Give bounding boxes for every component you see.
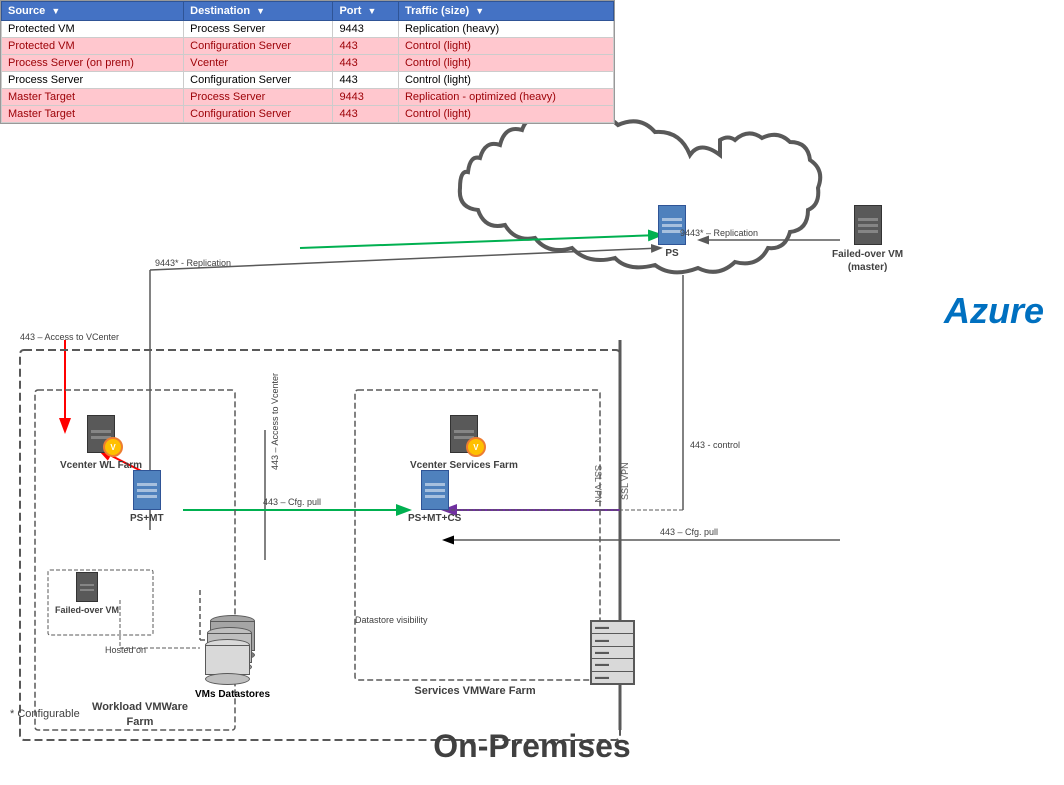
sort-icon[interactable]: ▼ (256, 6, 265, 16)
vcenter-services-label: Vcenter Services Farm (410, 459, 518, 472)
ps-mt-server: PS+MT (130, 470, 164, 524)
server-icon-dark (854, 205, 882, 245)
table-cell-destination: Process Server (184, 89, 333, 106)
ps-label: PS (665, 248, 678, 259)
table-cell-traffic: Control (light) (398, 106, 613, 123)
services-vmware-label: Services VMWare Farm (360, 685, 590, 697)
table-cell-destination: Vcenter (184, 55, 333, 72)
vms-datastores-icon: VMs Datastores (195, 615, 270, 700)
table-cell-source: Process Server (on prem) (2, 55, 184, 72)
col-destination[interactable]: Destination ▼ (184, 2, 333, 21)
sort-icon[interactable]: ▼ (51, 6, 60, 16)
failed-over-vm-master: Failed-over VM(master) (832, 205, 903, 274)
vcenter-wl-label: Vcenter WL Farm (60, 459, 142, 472)
table-cell-port: 443 (333, 38, 399, 55)
table-cell-source: Master Target (2, 89, 184, 106)
table-cell-traffic: Control (light) (398, 38, 613, 55)
hosted-on-label: Hosted on (105, 645, 146, 655)
table-cell-source: Protected VM (2, 21, 184, 38)
col-source[interactable]: Source ▼ (2, 2, 184, 21)
access-vcenter-2-label: 443 – Access to Vcenter (270, 373, 280, 470)
datastore-visibility-label: Datastore visibility (355, 615, 428, 625)
table-cell-source: Master Target (2, 106, 184, 123)
table-cell-traffic: Replication - optimized (heavy) (398, 89, 613, 106)
table-cell-traffic: Control (light) (398, 72, 613, 89)
table-row: Master TargetConfiguration Server443Cont… (2, 106, 614, 123)
cfg-pull-2-label: 443 – Cfg. pull (660, 527, 718, 537)
ps-mt-cs-label: PS+MT+CS (408, 513, 461, 524)
vcenter-services-icon: V (466, 437, 486, 457)
table-cell-traffic: Replication (heavy) (398, 21, 613, 38)
ssl-vpn-label: SSL VPN (593, 465, 603, 503)
onprem-label: On-Premises (433, 728, 630, 765)
table-cell-traffic: Control (light) (398, 55, 613, 72)
col-port[interactable]: Port ▼ (333, 2, 399, 21)
ps-mt-label: PS+MT (130, 513, 164, 524)
control-443-label: 443 - control (690, 440, 740, 450)
access-vcenter-label: 443 – Access to VCenter (20, 332, 119, 342)
table-row: Master TargetProcess Server9443Replicati… (2, 89, 614, 106)
table-cell-destination: Process Server (184, 21, 333, 38)
vcenter-icon: V (103, 437, 123, 457)
network-table: Source ▼ Destination ▼ Port ▼ Traffic (s… (0, 0, 615, 124)
replication-9443-main-label: 9443* - Replication (155, 258, 231, 268)
table-cell-destination: Configuration Server (184, 106, 333, 123)
replication-9443-cloud-label: 9443* – Replication (680, 228, 758, 238)
table-row: Process ServerConfiguration Server443Con… (2, 72, 614, 89)
table-cell-source: Process Server (2, 72, 184, 89)
server-icon-shape (658, 205, 686, 245)
vcenter-services-server: V Vcenter Services Farm (410, 415, 518, 472)
vcenter-wl-server: V Vcenter WL Farm (60, 415, 142, 472)
sort-icon[interactable]: ▼ (475, 6, 484, 16)
table-cell-port: 443 (333, 72, 399, 89)
ps-mt-cs-server: PS+MT+CS (408, 470, 461, 524)
storage-rack-icon: ▬▬ ▬▬ ▬▬ ▬▬ ▬▬ (590, 620, 635, 685)
table-row: Protected VMConfiguration Server443Contr… (2, 38, 614, 55)
cfg-pull-label: 443 – Cfg. pull (263, 497, 321, 507)
server-icon-shape (421, 470, 449, 510)
table-row: Protected VMProcess Server9443Replicatio… (2, 21, 614, 38)
server-icon-shape (133, 470, 161, 510)
server-icon-dark (76, 572, 98, 602)
col-traffic[interactable]: Traffic (size) ▼ (398, 2, 613, 21)
failed-over-vm-onprem: Failed-over VM (55, 572, 119, 615)
table-cell-port: 9443 (333, 21, 399, 38)
table-cell-destination: Configuration Server (184, 38, 333, 55)
table-row: Process Server (on prem)Vcenter443Contro… (2, 55, 614, 72)
config-note: * Configurable (10, 708, 80, 720)
table-cell-port: 443 (333, 55, 399, 72)
failed-over-vm-master-label: Failed-over VM(master) (832, 248, 903, 274)
table-cell-destination: Configuration Server (184, 72, 333, 89)
table-cell-source: Protected VM (2, 38, 184, 55)
table-cell-port: 443 (333, 106, 399, 123)
azure-label: Azure (944, 290, 1044, 332)
failed-over-vm-onprem-label: Failed-over VM (55, 605, 119, 615)
sort-icon[interactable]: ▼ (368, 6, 377, 16)
table-cell-port: 9443 (333, 89, 399, 106)
datastores-label: VMs Datastores (195, 689, 270, 700)
svg-text:SSL VPN: SSL VPN (620, 462, 630, 500)
